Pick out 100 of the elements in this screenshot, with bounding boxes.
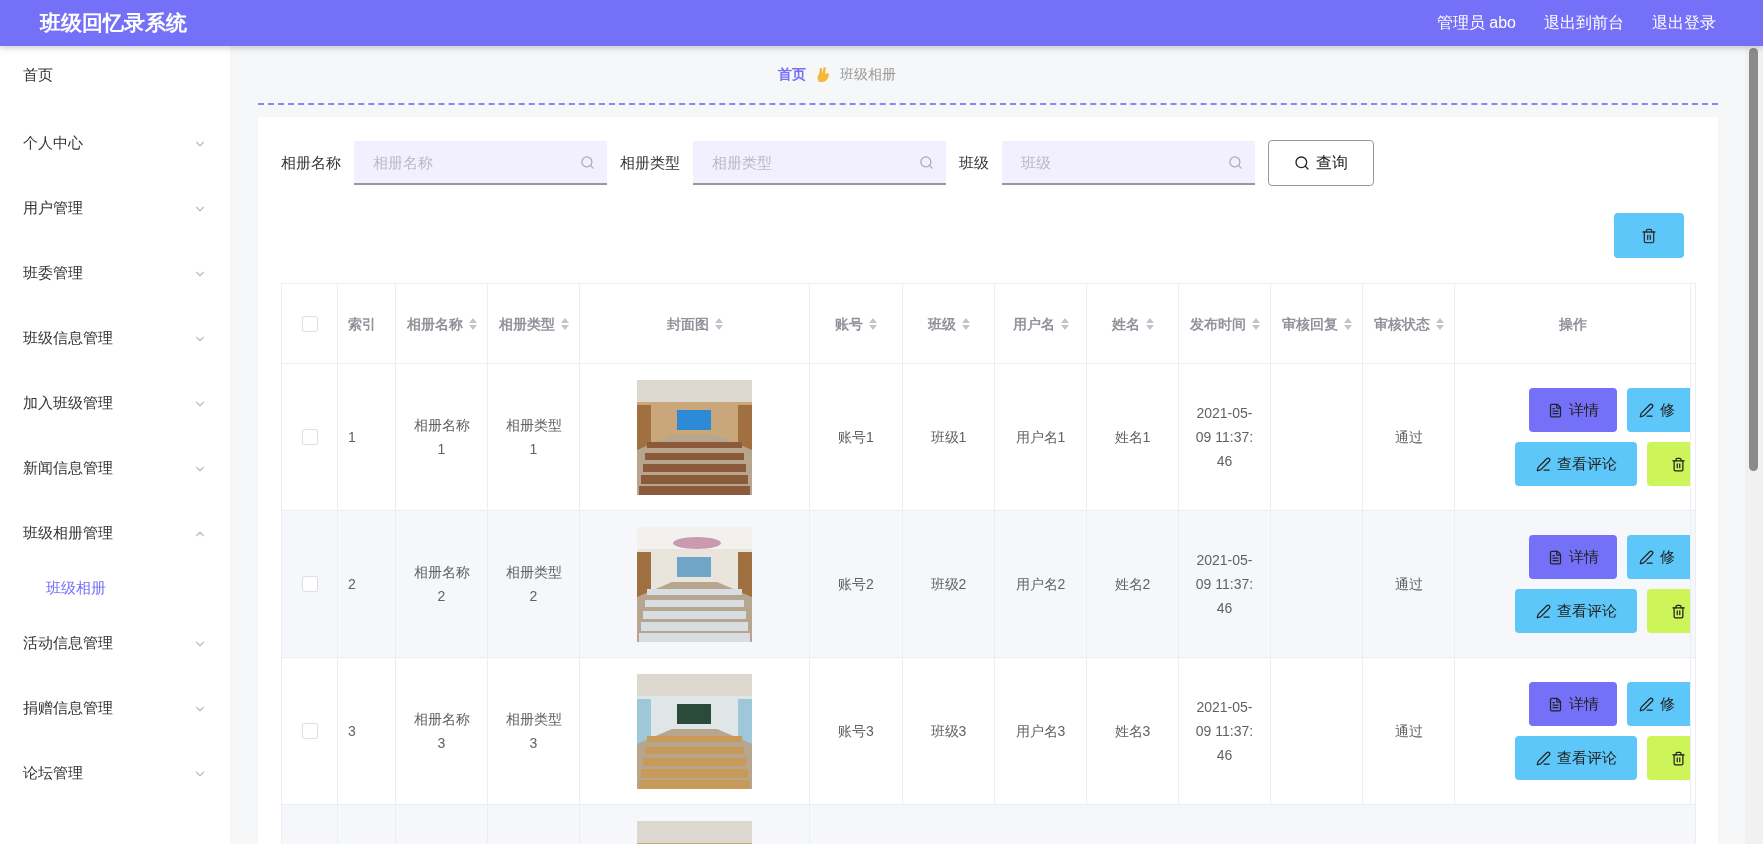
- menu-item[interactable]: 班级相册管理: [23, 524, 113, 543]
- table-cell-text: 班级2: [930, 575, 967, 594]
- table-cell-text: 相册名称3: [412, 710, 471, 753]
- table-cell-text: 姓名2: [1114, 575, 1151, 594]
- search-input[interactable]: 班级: [1019, 152, 1228, 172]
- comments-button[interactable]: 查看评论: [1515, 589, 1637, 633]
- column-header: 索引: [348, 314, 376, 334]
- table-cell-text: 账号1: [838, 428, 874, 447]
- field-label: 相册类型: [620, 153, 680, 173]
- table-cell-text: 1: [348, 428, 356, 447]
- document-icon: [1547, 549, 1563, 565]
- table-cell-text: 相册类型2: [504, 563, 563, 606]
- row-checkbox[interactable]: [301, 429, 318, 445]
- search-icon: [919, 154, 934, 170]
- menu-item[interactable]: 加入班级管理: [23, 394, 113, 413]
- field-label: 班级: [959, 153, 989, 173]
- detail-button[interactable]: 详情: [1529, 535, 1617, 579]
- app-title: 班级回忆录系统: [40, 10, 187, 36]
- column-header: 审核回复: [1281, 314, 1338, 334]
- menu-item[interactable]: 捐赠信息管理: [23, 699, 113, 718]
- search-field[interactable]: 班级: [1002, 141, 1255, 185]
- menu-item[interactable]: 新闻信息管理: [23, 459, 113, 478]
- scrollbar-thumb[interactable]: [1749, 48, 1758, 471]
- table-cell-text: 用户名2: [1015, 575, 1066, 594]
- column-header: 相册类型: [498, 314, 555, 334]
- sort-icon[interactable]: [1145, 317, 1154, 330]
- table-cell-text: 班级3: [930, 722, 967, 741]
- table-cell-text: 2021-05-09 11:37:46: [1194, 698, 1255, 765]
- pen-icon: [1639, 696, 1654, 712]
- sort-icon[interactable]: [1435, 317, 1444, 330]
- menu-item[interactable]: 班委管理: [23, 264, 83, 283]
- detail-button[interactable]: 详情: [1529, 388, 1617, 432]
- table-cell-text: 相册类型3: [504, 710, 563, 753]
- column-header: 用户名: [1012, 314, 1055, 334]
- sort-icon[interactable]: [1343, 317, 1352, 330]
- sort-icon[interactable]: [869, 317, 877, 330]
- table-cell-text: 班级1: [930, 428, 967, 447]
- table-cell-text: 相册名称2: [412, 563, 471, 606]
- breadcrumb-item[interactable]: 首页: [778, 65, 806, 84]
- column-header: 操作: [1558, 314, 1587, 334]
- column-header: 姓名: [1111, 314, 1140, 334]
- search-input[interactable]: 相册名称: [371, 152, 580, 172]
- menu-item[interactable]: 用户管理: [23, 199, 83, 218]
- search-icon: [580, 154, 595, 170]
- table-cell-text: 通过: [1394, 575, 1423, 594]
- table-cell-text: 2: [348, 575, 356, 594]
- search-field[interactable]: 相册名称: [354, 141, 607, 185]
- edit-button[interactable]: 修: [1627, 682, 1690, 726]
- sort-icon[interactable]: [961, 317, 970, 330]
- edit-button[interactable]: 修: [1627, 535, 1690, 579]
- pen-icon: [1535, 750, 1551, 766]
- column-header: 账号: [835, 314, 863, 334]
- pen-icon: [1639, 402, 1654, 418]
- row-checkbox[interactable]: [301, 723, 318, 739]
- search-icon: [1294, 155, 1310, 171]
- document-icon: [1547, 402, 1563, 418]
- column-header: 封面图: [666, 314, 709, 334]
- sort-icon[interactable]: [1060, 317, 1069, 330]
- hand-icon: [816, 66, 830, 83]
- menu-item[interactable]: 论坛管理: [23, 764, 83, 783]
- trash-icon: [1670, 603, 1686, 619]
- submenu-item[interactable]: 班级相册: [46, 579, 106, 598]
- pen-icon: [1639, 549, 1654, 565]
- sort-icon[interactable]: [560, 317, 569, 330]
- sort-icon[interactable]: [714, 317, 723, 330]
- table-cell-text: 账号2: [838, 575, 874, 594]
- menu-item[interactable]: 活动信息管理: [23, 634, 113, 653]
- table-cell-text: 账号3: [838, 722, 874, 741]
- trash-icon: [1670, 750, 1686, 766]
- field-label: 相册名称: [281, 153, 341, 173]
- menu-item[interactable]: 首页: [23, 66, 53, 85]
- sort-icon[interactable]: [1251, 317, 1260, 330]
- trash-icon: [1641, 227, 1657, 244]
- header-link[interactable]: 管理员 abo: [1436, 12, 1516, 34]
- column-header: 发布时间: [1189, 314, 1246, 334]
- pen-icon: [1535, 456, 1551, 472]
- table-cell-text: 相册名称1: [412, 416, 471, 459]
- table-cell-text: 通过: [1394, 722, 1423, 741]
- row-checkbox[interactable]: [301, 576, 318, 592]
- comments-button[interactable]: 查看评论: [1515, 736, 1637, 780]
- detail-button[interactable]: 详情: [1529, 682, 1617, 726]
- comments-button[interactable]: 查看评论: [1515, 442, 1637, 486]
- table-cell-text: 2021-05-09 11:37:46: [1194, 551, 1255, 618]
- search-icon: [1228, 154, 1243, 170]
- document-icon: [1547, 696, 1563, 712]
- table-cell-text: 3: [348, 722, 356, 741]
- column-header: 审核状态: [1373, 314, 1430, 334]
- sort-icon[interactable]: [468, 317, 477, 330]
- query-button[interactable]: 查询: [1268, 140, 1374, 186]
- header-link[interactable]: 退出登录: [1652, 12, 1716, 34]
- pen-icon: [1535, 603, 1551, 619]
- edit-button[interactable]: 修: [1627, 388, 1690, 432]
- menu-item[interactable]: 班级信息管理: [23, 329, 113, 348]
- delete-button[interactable]: [1614, 213, 1684, 258]
- table-cell-text: 相册类型1: [504, 416, 563, 459]
- column-header: 相册名称: [406, 314, 463, 334]
- menu-item[interactable]: 个人中心: [23, 134, 83, 153]
- header-link[interactable]: 退出到前台: [1544, 12, 1624, 34]
- select-all-checkbox[interactable]: [301, 315, 318, 332]
- table-cell-text: 姓名1: [1114, 428, 1151, 447]
